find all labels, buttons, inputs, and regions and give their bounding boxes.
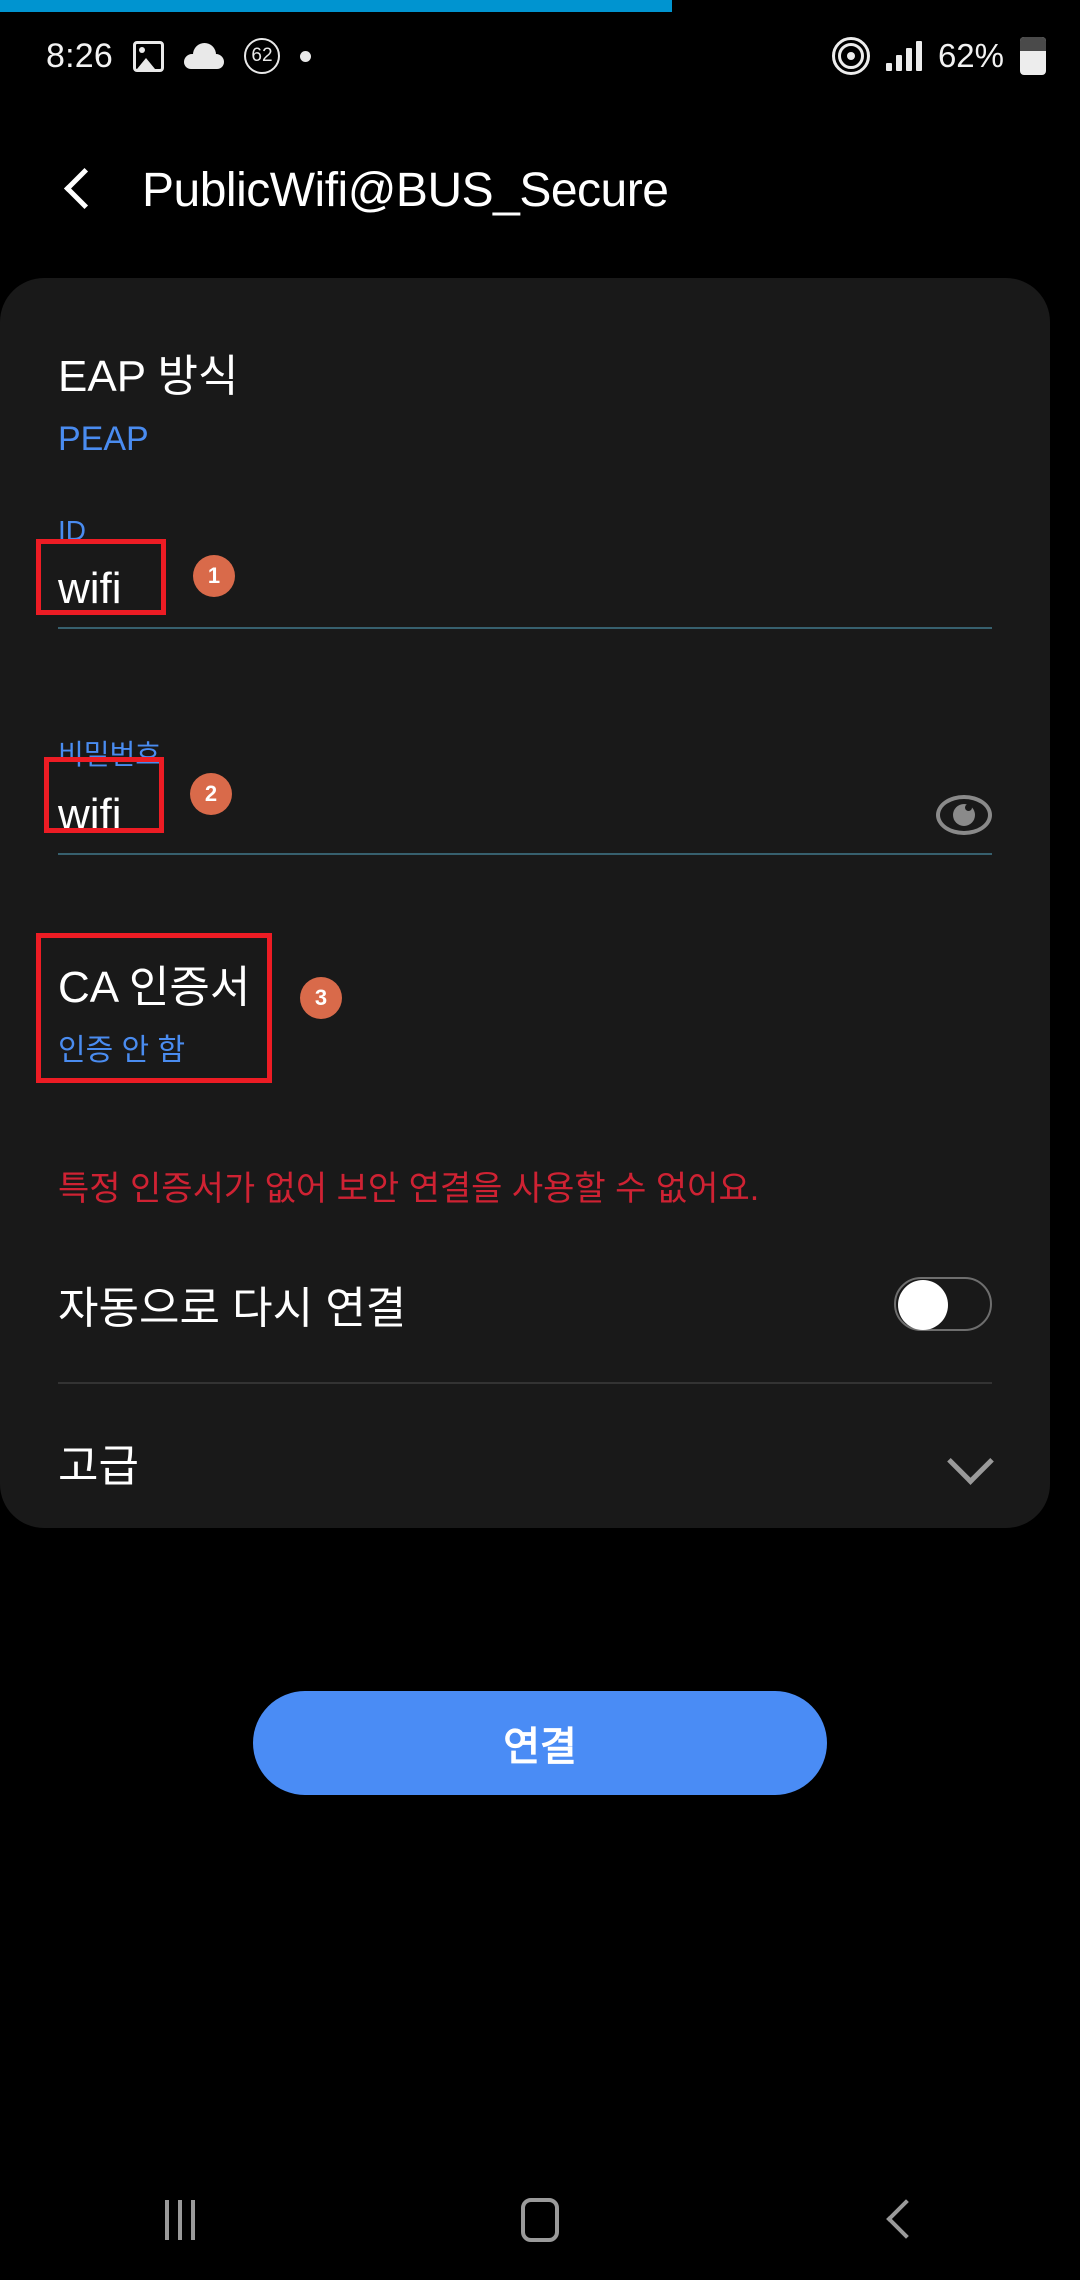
annotation-badge-1: 1 [193,555,235,597]
wifi-settings-card: EAP 방식 PEAP ID wifi 1 비밀번호 wifi 2 CA 인증서… [0,278,1050,1528]
cloud-icon [183,43,224,69]
annotation-box-ca [36,933,272,1083]
status-bar: 8:26 62 62% [0,12,1080,100]
eap-method-label: EAP 방식 [58,352,239,401]
page-loading-strip [0,0,1080,12]
connect-button[interactable]: 연결 [253,1691,827,1795]
auto-reconnect-toggle[interactable] [894,1277,992,1331]
home-icon [521,2198,559,2242]
annotation-box-identity [36,539,166,615]
image-icon [132,40,164,72]
signal-bars-icon [885,41,922,71]
phone-screen: 8:26 62 62% PublicWifi@BUS_Secure EAP 방식… [0,0,1080,2280]
identity-label: ID [58,515,86,546]
auto-reconnect-label: 자동으로 다시 연결 [58,1284,407,1333]
advanced-label: 고급 [58,1442,139,1491]
page-title: PublicWifi@BUS_Secure [142,163,669,217]
back-icon [880,2200,920,2240]
password-label: 비밀번호 [58,739,162,770]
nav-back-button[interactable] [720,2160,1080,2280]
eye-icon[interactable] [936,795,992,835]
status-bar-right: 62% [831,37,1046,75]
system-navigation-bar [0,2160,1080,2280]
password-underline [58,853,992,855]
annotation-badge-2: 2 [190,773,232,815]
eap-method-row[interactable]: EAP 방식 PEAP [0,278,1050,459]
annotation-badge-3: 3 [300,977,342,1019]
chevron-down-icon[interactable] [946,1439,992,1485]
auto-reconnect-row[interactable]: 자동으로 다시 연결 [0,1262,1050,1346]
password-field[interactable]: 비밀번호 wifi 2 [0,733,1050,855]
annotation-box-password [44,757,164,833]
title-bar: PublicWifi@BUS_Secure [0,130,1080,250]
certificate-warning-text: 특정 인증서가 없어 보안 연결을 사용할 수 없어요. [58,1170,760,1208]
battery-percent-label: 62% [937,37,1004,74]
hotspot-icon [831,37,870,75]
battery-icon [1020,37,1046,75]
nav-recents-button[interactable] [0,2160,360,2280]
identity-underline [58,627,992,629]
status-clock: 8:26 [46,36,113,75]
identity-field[interactable]: ID wifi 1 [0,515,1050,629]
advanced-row[interactable]: 고급 [0,1420,1050,1504]
eap-method-value: PEAP [58,420,149,458]
status-bar-left: 8:26 62 [46,37,311,76]
dot-icon [299,50,311,62]
loading-progress-fill [0,0,672,12]
notification-count-icon: 62 [243,38,280,74]
chevron-left-icon[interactable] [54,167,100,213]
nav-home-button[interactable] [360,2160,720,2280]
section-divider [58,1382,992,1384]
recents-icon [165,2200,195,2240]
ca-certificate-row[interactable]: CA 인증서 인증 안 함 3 [0,933,1050,1083]
